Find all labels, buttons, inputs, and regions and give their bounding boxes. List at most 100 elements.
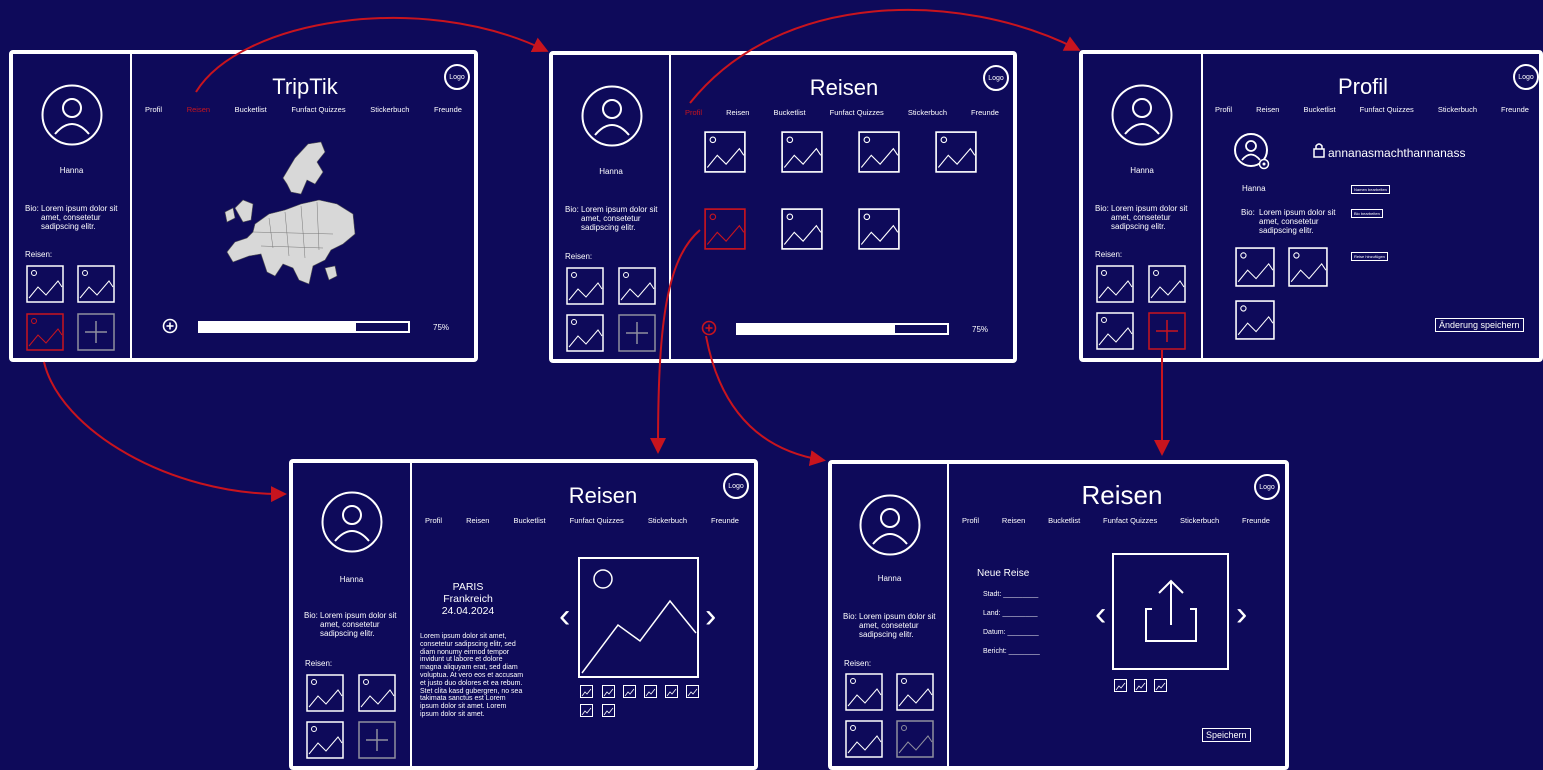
trip-thumbnail[interactable] bbox=[781, 131, 823, 173]
trip-thumbnail[interactable] bbox=[1235, 247, 1275, 287]
edit-name-button[interactable]: Namen bearbeiten bbox=[1351, 185, 1390, 194]
trip-thumbnail[interactable] bbox=[935, 131, 977, 173]
nav-stickerbuch[interactable]: Stickerbuch bbox=[648, 516, 687, 525]
nav-profil[interactable]: Profil bbox=[425, 516, 442, 525]
city-field[interactable]: Stadt: _________ bbox=[983, 591, 1038, 598]
avatar-icon[interactable] bbox=[41, 84, 103, 146]
report-field[interactable]: Bericht: ________ bbox=[983, 648, 1040, 655]
nav-bucketlist[interactable]: Bucketlist bbox=[773, 108, 805, 117]
previous-image-button[interactable]: ‹ bbox=[1095, 597, 1106, 631]
save-changes-button[interactable]: Änderung speichern bbox=[1435, 318, 1524, 332]
edit-bio-button[interactable]: Bio bearbeiten bbox=[1351, 209, 1383, 218]
nav-reisen[interactable]: Reisen bbox=[466, 516, 489, 525]
nav-stickerbuch[interactable]: Stickerbuch bbox=[1438, 105, 1477, 114]
gallery-thumbnail[interactable] bbox=[665, 685, 678, 698]
nav-profil[interactable]: Profil bbox=[685, 108, 702, 117]
gallery-thumbnail[interactable] bbox=[623, 685, 636, 698]
gallery-thumbnail[interactable] bbox=[602, 704, 615, 717]
gallery-thumbnail[interactable] bbox=[1114, 679, 1127, 692]
date-field[interactable]: Datum: ________ bbox=[983, 629, 1039, 636]
logo[interactable]: Logo bbox=[723, 473, 749, 499]
gallery-thumbnail[interactable] bbox=[1134, 679, 1147, 692]
profile-picture-edit-icon[interactable] bbox=[1233, 132, 1273, 172]
nav-freunde[interactable]: Freunde bbox=[711, 516, 739, 525]
trip-thumbnail[interactable] bbox=[1235, 300, 1275, 340]
nav-profil[interactable]: Profil bbox=[962, 516, 979, 525]
nav-freunde[interactable]: Freunde bbox=[1242, 516, 1270, 525]
add-trip-button[interactable] bbox=[358, 721, 396, 759]
nav-reisen[interactable]: Reisen bbox=[187, 105, 210, 114]
nav-stickerbuch[interactable]: Stickerbuch bbox=[1180, 516, 1219, 525]
avatar-icon[interactable] bbox=[859, 494, 921, 556]
nav-profil[interactable]: Profil bbox=[1215, 105, 1232, 114]
trip-thumbnail-selected[interactable] bbox=[26, 313, 64, 351]
trip-thumbnail-selected[interactable] bbox=[704, 208, 746, 250]
logo[interactable]: Logo bbox=[444, 64, 470, 90]
trip-thumbnail[interactable] bbox=[566, 267, 604, 305]
avatar-icon[interactable] bbox=[581, 85, 643, 147]
trip-thumbnail[interactable] bbox=[896, 673, 934, 711]
nav-funfact-quizzes[interactable]: Funfact Quizzes bbox=[830, 108, 884, 117]
next-image-button[interactable]: › bbox=[705, 599, 716, 633]
trip-thumbnail[interactable] bbox=[1148, 265, 1186, 303]
new-trip-placeholder[interactable] bbox=[896, 720, 934, 758]
nav-funfact-quizzes[interactable]: Funfact Quizzes bbox=[291, 105, 345, 114]
nav-reisen[interactable]: Reisen bbox=[1002, 516, 1025, 525]
gallery-thumbnail[interactable] bbox=[580, 704, 593, 717]
nav-funfact-quizzes[interactable]: Funfact Quizzes bbox=[570, 516, 624, 525]
trip-thumbnail[interactable] bbox=[306, 721, 344, 759]
add-trip-button[interactable] bbox=[618, 314, 656, 352]
gallery-thumbnail[interactable] bbox=[1154, 679, 1167, 692]
trip-thumbnail[interactable] bbox=[845, 720, 883, 758]
logo[interactable]: Logo bbox=[983, 65, 1009, 91]
trip-thumbnail[interactable] bbox=[781, 208, 823, 250]
nav-freunde[interactable]: Freunde bbox=[434, 105, 462, 114]
nav-freunde[interactable]: Freunde bbox=[1501, 105, 1529, 114]
nav-reisen[interactable]: Reisen bbox=[726, 108, 749, 117]
upload-image-box[interactable] bbox=[1112, 553, 1230, 671]
trip-thumbnail[interactable] bbox=[26, 265, 64, 303]
nav-bucketlist[interactable]: Bucketlist bbox=[513, 516, 545, 525]
save-button[interactable]: Speichern bbox=[1202, 728, 1251, 742]
trip-thumbnail[interactable] bbox=[858, 208, 900, 250]
logo[interactable]: Logo bbox=[1254, 474, 1280, 500]
previous-image-button[interactable]: ‹ bbox=[559, 599, 570, 633]
nav-stickerbuch[interactable]: Stickerbuch bbox=[370, 105, 409, 114]
avatar-icon[interactable] bbox=[321, 491, 383, 553]
nav-funfact-quizzes[interactable]: Funfact Quizzes bbox=[1360, 105, 1414, 114]
trip-thumbnail[interactable] bbox=[1096, 312, 1134, 350]
trip-thumbnail[interactable] bbox=[1096, 265, 1134, 303]
gallery-thumbnail[interactable] bbox=[644, 685, 657, 698]
logo[interactable]: Logo bbox=[1513, 64, 1539, 90]
trip-thumbnail[interactable] bbox=[845, 673, 883, 711]
next-image-button[interactable]: › bbox=[1236, 597, 1247, 631]
nav-funfact-quizzes[interactable]: Funfact Quizzes bbox=[1103, 516, 1157, 525]
nav-bucketlist[interactable]: Bucketlist bbox=[1303, 105, 1335, 114]
add-circle-icon[interactable] bbox=[162, 318, 178, 334]
add-trip-text-button[interactable]: Reise hinzufügen bbox=[1351, 252, 1388, 261]
trip-thumbnail[interactable] bbox=[1288, 247, 1328, 287]
nav-reisen[interactable]: Reisen bbox=[1256, 105, 1279, 114]
country-field[interactable]: Land: _________ bbox=[983, 610, 1038, 617]
add-trip-button[interactable] bbox=[77, 313, 115, 351]
trip-thumbnail[interactable] bbox=[306, 674, 344, 712]
trip-main-image[interactable] bbox=[578, 557, 700, 679]
add-circle-icon[interactable] bbox=[701, 320, 717, 336]
trip-thumbnail[interactable] bbox=[858, 131, 900, 173]
nav-stickerbuch[interactable]: Stickerbuch bbox=[908, 108, 947, 117]
gallery-thumbnail[interactable] bbox=[580, 685, 593, 698]
avatar-icon[interactable] bbox=[1111, 84, 1173, 146]
gallery-thumbnail[interactable] bbox=[602, 685, 615, 698]
gallery-thumbnail[interactable] bbox=[686, 685, 699, 698]
nav-freunde[interactable]: Freunde bbox=[971, 108, 999, 117]
trip-thumbnail[interactable] bbox=[358, 674, 396, 712]
nav-profil[interactable]: Profil bbox=[145, 105, 162, 114]
trip-thumbnail[interactable] bbox=[704, 131, 746, 173]
trip-thumbnail[interactable] bbox=[77, 265, 115, 303]
trip-thumbnail[interactable] bbox=[618, 267, 656, 305]
trip-thumbnail[interactable] bbox=[566, 314, 604, 352]
nav-bucketlist[interactable]: Bucketlist bbox=[1048, 516, 1080, 525]
add-trip-button-selected[interactable] bbox=[1148, 312, 1186, 350]
nav-bucketlist[interactable]: Bucketlist bbox=[235, 105, 267, 114]
europe-map[interactable] bbox=[213, 138, 363, 298]
